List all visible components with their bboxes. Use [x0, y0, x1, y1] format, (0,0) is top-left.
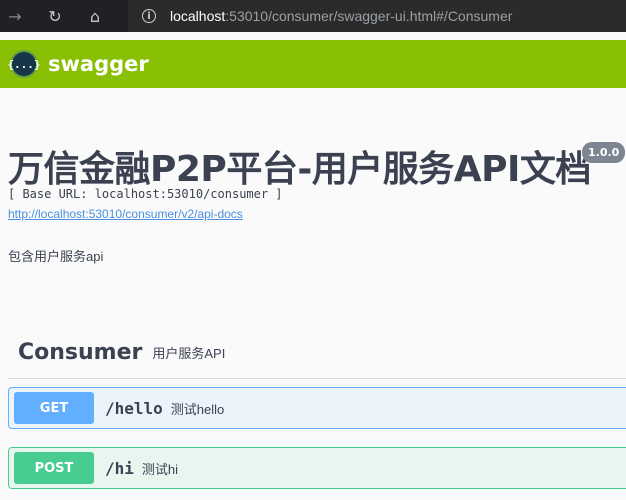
page-title: 万信金融P2P平台-用户服务API文档	[8, 149, 591, 190]
operation-path[interactable]: /hello	[105, 399, 163, 418]
api-docs-link[interactable]: http://localhost:53010/consumer/v2/api-d…	[8, 207, 243, 221]
operation-post-hi[interactable]: POST /hi 测试hi	[8, 447, 626, 489]
base-url: [ Base URL: localhost:53010/consumer ]	[8, 187, 283, 201]
operation-get-hello[interactable]: GET /hello 测试hello	[8, 387, 626, 429]
method-badge[interactable]: POST	[14, 452, 94, 484]
back-arrow-icon[interactable]: →	[0, 1, 30, 31]
operation-path[interactable]: /hi	[105, 459, 134, 478]
url-path: :53010/consumer/swagger-ui.html#/Consume…	[225, 8, 513, 24]
swagger-logo-icon[interactable]: {...}	[7, 50, 41, 78]
address-bar[interactable]: i localhost:53010/consumer/swagger-ui.ht…	[128, 0, 626, 32]
tag-name[interactable]: Consumer	[18, 340, 142, 365]
operation-summary: 测试hi	[141, 461, 179, 477]
tag-description: 用户服务API	[152, 345, 226, 361]
swagger-topbar: {...} swagger	[0, 40, 626, 88]
operation-summary: 测试hello	[170, 401, 225, 417]
home-icon[interactable]: ⌂	[80, 1, 110, 31]
url-text[interactable]: localhost:53010/consumer/swagger-ui.html…	[170, 8, 512, 24]
browser-toolbar: → ↻ ⌂ i localhost:53010/consumer/swagger…	[0, 0, 626, 32]
info-icon[interactable]: i	[142, 9, 156, 23]
reload-icon[interactable]: ↻	[40, 1, 70, 31]
tag-consumer-header[interactable]: Consumer 用户服务API	[8, 326, 626, 379]
version-badge: 1.0.0	[582, 142, 626, 163]
method-badge[interactable]: GET	[14, 392, 94, 424]
url-host: localhost	[170, 8, 226, 24]
api-description: 包含用户服务api	[8, 249, 104, 264]
swagger-brand[interactable]: swagger	[48, 52, 149, 76]
